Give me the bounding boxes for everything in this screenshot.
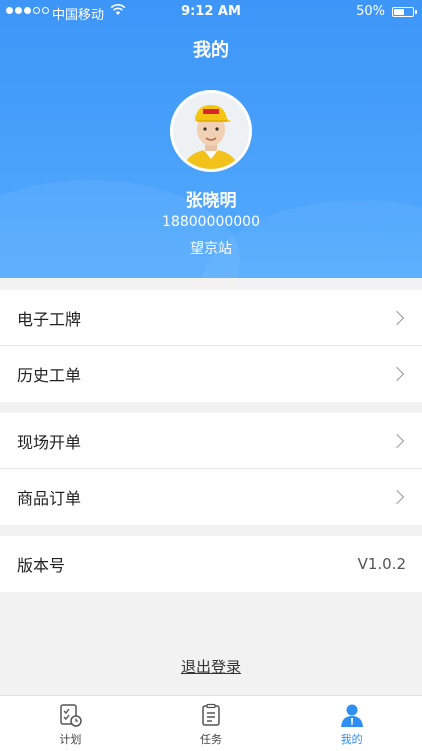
plan-icon — [60, 704, 83, 727]
chevron-right-icon — [389, 366, 405, 382]
tab-task[interactable]: 任务 — [141, 696, 282, 751]
avatar[interactable] — [170, 90, 252, 172]
battery-icon — [392, 7, 417, 17]
menu-item-version: 版本号 V1.0.2 — [0, 536, 422, 592]
profile-header: 中国移动 9:12 AM 50% 我的 张晓明 18800000000 望京站 — [0, 0, 422, 278]
user-station: 望京站 — [190, 241, 232, 257]
menu-item-label: 商品订单 — [17, 489, 82, 508]
menu-item-label: 电子工牌 — [17, 309, 82, 329]
tab-label: 任务 — [200, 733, 222, 746]
menu-item-history[interactable]: 历史工单 — [0, 346, 422, 402]
logout-button[interactable]: 退出登录 — [0, 656, 422, 677]
version-label: 版本号 — [17, 556, 66, 575]
menu-group-2: 现场开单 商品订单 — [0, 413, 422, 525]
user-name: 张晓明 — [185, 191, 237, 211]
version-value: V1.0.2 — [357, 555, 406, 573]
menu-group-1: 电子工牌 历史工单 — [0, 290, 422, 402]
profile-icon — [340, 704, 363, 727]
menu-item-onsite-order[interactable]: 现场开单 — [0, 413, 422, 469]
tab-profile[interactable]: 我的 — [281, 696, 422, 751]
tab-label: 计划 — [59, 733, 82, 746]
chevron-right-icon — [389, 433, 405, 448]
user-phone: 18800000000 — [162, 214, 260, 230]
menu-item-label: 历史工单 — [17, 366, 82, 385]
task-icon — [202, 703, 220, 726]
chevron-right-icon — [389, 489, 405, 505]
tab-bar: 计划 任务 我的 — [0, 695, 422, 751]
chevron-right-icon — [389, 310, 405, 325]
menu-item-product-order[interactable]: 商品订单 — [0, 469, 422, 525]
battery-percent: 50% — [356, 4, 385, 19]
page-title: 我的 — [193, 40, 229, 61]
tab-plan[interactable]: 计划 — [0, 696, 141, 751]
status-bar: 中国移动 9:12 AM 50% — [0, 0, 422, 24]
tab-label: 我的 — [340, 733, 363, 746]
menu-item-label: 现场开单 — [17, 432, 82, 452]
menu-group-3: 版本号 V1.0.2 — [0, 536, 422, 592]
menu-item-badge[interactable]: 电子工牌 — [0, 290, 422, 346]
